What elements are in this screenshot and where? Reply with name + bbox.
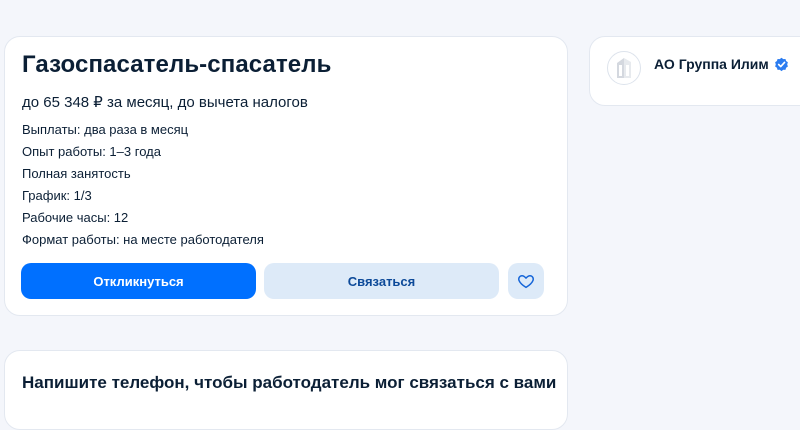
salary-text: до 65 348 ₽ за месяц, до вычета налогов — [22, 94, 308, 111]
phone-prompt-title: Напишите телефон, чтобы работодатель мог… — [22, 373, 557, 392]
detail-work-format: Формат работы: на месте работодателя — [22, 232, 264, 247]
employer-name[interactable]: АО Группа Илим — [654, 56, 769, 72]
phone-prompt-card: Напишите телефон, чтобы работодатель мог… — [4, 350, 568, 430]
employer-name-row[interactable]: АО Группа Илим — [654, 56, 789, 72]
heart-icon — [518, 275, 534, 289]
employer-logo-icon — [617, 58, 631, 78]
respond-button[interactable]: Откликнуться — [21, 263, 256, 299]
favorite-button[interactable] — [508, 263, 544, 299]
employer-card[interactable]: АО Группа Илим — [589, 36, 800, 106]
employer-logo[interactable] — [607, 51, 641, 85]
detail-employment: Полная занятость — [22, 166, 131, 181]
contact-button[interactable]: Связаться — [264, 263, 499, 299]
detail-experience: Опыт работы: 1–3 года — [22, 144, 161, 159]
detail-hours: Рабочие часы: 12 — [22, 210, 129, 225]
detail-payouts: Выплаты: два раза в месяц — [22, 122, 189, 137]
vacancy-card: Газоспасатель-спасатель до 65 348 ₽ за м… — [4, 36, 568, 316]
vacancy-details-list: Выплаты: два раза в месяц Опыт работы: 1… — [22, 119, 264, 251]
vacancy-title: Газоспасатель-спасатель — [22, 51, 332, 78]
verified-check-icon — [774, 57, 789, 72]
detail-schedule: График: 1/3 — [22, 188, 92, 203]
